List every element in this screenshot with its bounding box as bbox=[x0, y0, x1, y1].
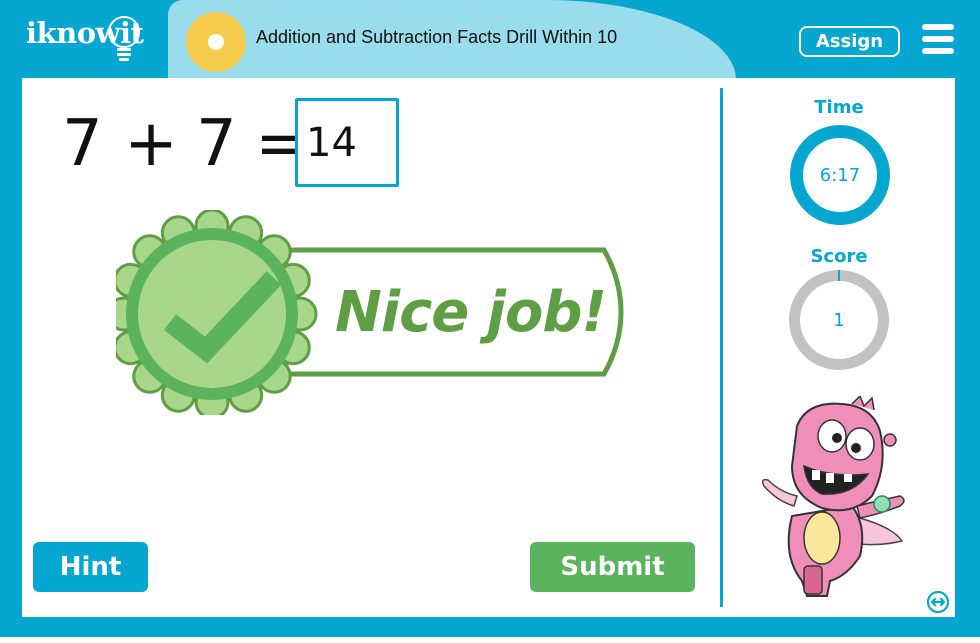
lightbulb-icon bbox=[108, 16, 140, 61]
expand-horizontal-icon[interactable] bbox=[926, 590, 950, 614]
feedback-message: Nice job! bbox=[335, 280, 607, 345]
lesson-title: Addition and Subtraction Facts Drill Wit… bbox=[256, 27, 618, 47]
hamburger-menu-icon[interactable] bbox=[922, 24, 954, 54]
monster-mascot bbox=[761, 396, 905, 597]
score-ring: 1 bbox=[789, 270, 889, 370]
operand-a: 7 bbox=[62, 107, 103, 181]
iknowit-logo[interactable]: iknowit bbox=[26, 14, 146, 64]
hint-button[interactable]: Hint bbox=[33, 542, 148, 592]
operator: + bbox=[124, 107, 178, 181]
panel-divider bbox=[720, 88, 723, 607]
assign-button[interactable]: Assign bbox=[799, 26, 900, 57]
equation: 7 + 7 = bbox=[62, 104, 312, 184]
frame-bottom-strip bbox=[0, 637, 980, 643]
time-label: Time bbox=[814, 97, 864, 118]
score-value: 1 bbox=[833, 309, 845, 331]
answer-input[interactable]: 14 bbox=[295, 98, 399, 187]
expand-horizontal-glyph bbox=[926, 590, 950, 614]
time-value: 6:17 bbox=[819, 164, 861, 186]
submit-button[interactable]: Submit bbox=[530, 542, 695, 592]
score-label: Score bbox=[810, 246, 868, 267]
title-dot-center bbox=[208, 34, 224, 50]
time-ring: 6:17 bbox=[790, 125, 890, 225]
score-progress-tick bbox=[838, 270, 840, 281]
operand-b: 7 bbox=[196, 107, 237, 181]
